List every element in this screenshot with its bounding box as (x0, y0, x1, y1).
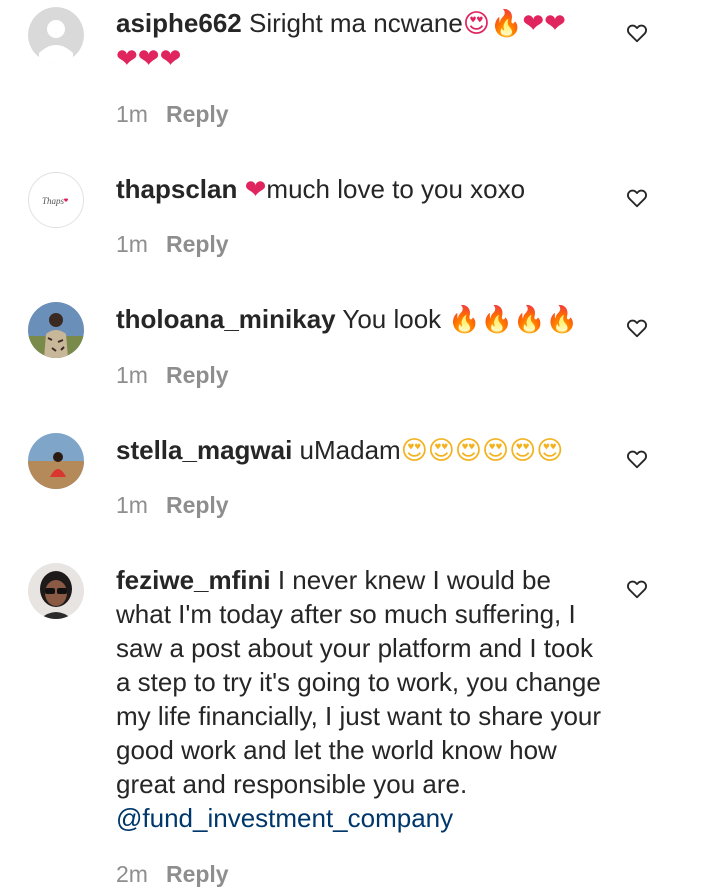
reply-button[interactable]: Reply (166, 492, 229, 518)
comment-text: stella_magwai uMadam😍😍😍😍😍😍 (116, 433, 602, 468)
comment-meta: 1m Reply (116, 361, 229, 389)
avatar[interactable] (28, 7, 84, 63)
comment-emoji: 😍😍😍😍😍😍 (400, 436, 564, 466)
comment-username[interactable]: tholoana_minikay (116, 304, 336, 334)
comment-timestamp: 1m (116, 492, 148, 518)
comment-emoji: 🔥🔥🔥🔥 (448, 305, 578, 335)
comment-timestamp: 1m (116, 231, 148, 257)
comment-message: Siright ma ncwane (241, 8, 463, 38)
comment-timestamp: 1m (116, 101, 148, 127)
comment-emoji: ❤❤❤ (116, 44, 182, 74)
avatar[interactable]: Thaps (28, 172, 84, 228)
like-button[interactable] (626, 578, 648, 600)
thapsclan-logo: Thaps (42, 196, 65, 206)
avatar[interactable] (28, 563, 84, 619)
heart-outline-icon (627, 319, 647, 338)
heart-outline-icon (627, 24, 647, 43)
comment-timestamp: 2m (116, 861, 148, 887)
heart-outline-icon (627, 580, 647, 599)
avatar[interactable] (28, 433, 84, 489)
like-button[interactable] (626, 22, 648, 44)
heart-outline-icon (627, 189, 647, 208)
comment-meta: 1m Reply (116, 230, 229, 258)
comment-meta: 1m Reply (116, 491, 229, 519)
reply-button[interactable]: Reply (166, 861, 229, 887)
comment-text: asiphe662 Siright ma ncwane😍🔥❤❤ ❤❤❤ (116, 6, 602, 76)
comment-text: thapsclan ❤much love to you xoxo (116, 172, 602, 207)
reply-button[interactable]: Reply (166, 231, 229, 257)
reply-button[interactable]: Reply (166, 362, 229, 388)
comment-message: uMadam (292, 435, 401, 465)
comment-message: much love to you xoxo (266, 174, 526, 204)
comment-text: feziwe_mfini I never knew I would be wha… (116, 563, 602, 835)
comment-message: I never knew I would be what I'm today a… (116, 565, 602, 799)
comment-message: You look (335, 304, 449, 334)
mention-link[interactable]: @fund_investment_company (116, 803, 453, 833)
avatar[interactable] (28, 302, 84, 358)
comment-username[interactable]: stella_magwai (116, 435, 292, 465)
comment-emoji: ❤ (244, 175, 267, 205)
heart-outline-icon (627, 450, 647, 469)
like-button[interactable] (626, 448, 648, 470)
comment-username[interactable]: thapsclan (116, 174, 237, 204)
comment-username[interactable]: asiphe662 (116, 8, 242, 38)
comment-meta: 1m Reply (116, 100, 229, 128)
comment-username[interactable]: feziwe_mfini (116, 565, 271, 595)
comment-meta: 2m Reply (116, 860, 229, 888)
comment-timestamp: 1m (116, 362, 148, 388)
comment-text: tholoana_minikay You look 🔥🔥🔥🔥 (116, 302, 602, 337)
comment-emoji: 😍🔥❤❤ (462, 9, 566, 39)
like-button[interactable] (626, 317, 648, 339)
reply-button[interactable]: Reply (166, 101, 229, 127)
like-button[interactable] (626, 187, 648, 209)
